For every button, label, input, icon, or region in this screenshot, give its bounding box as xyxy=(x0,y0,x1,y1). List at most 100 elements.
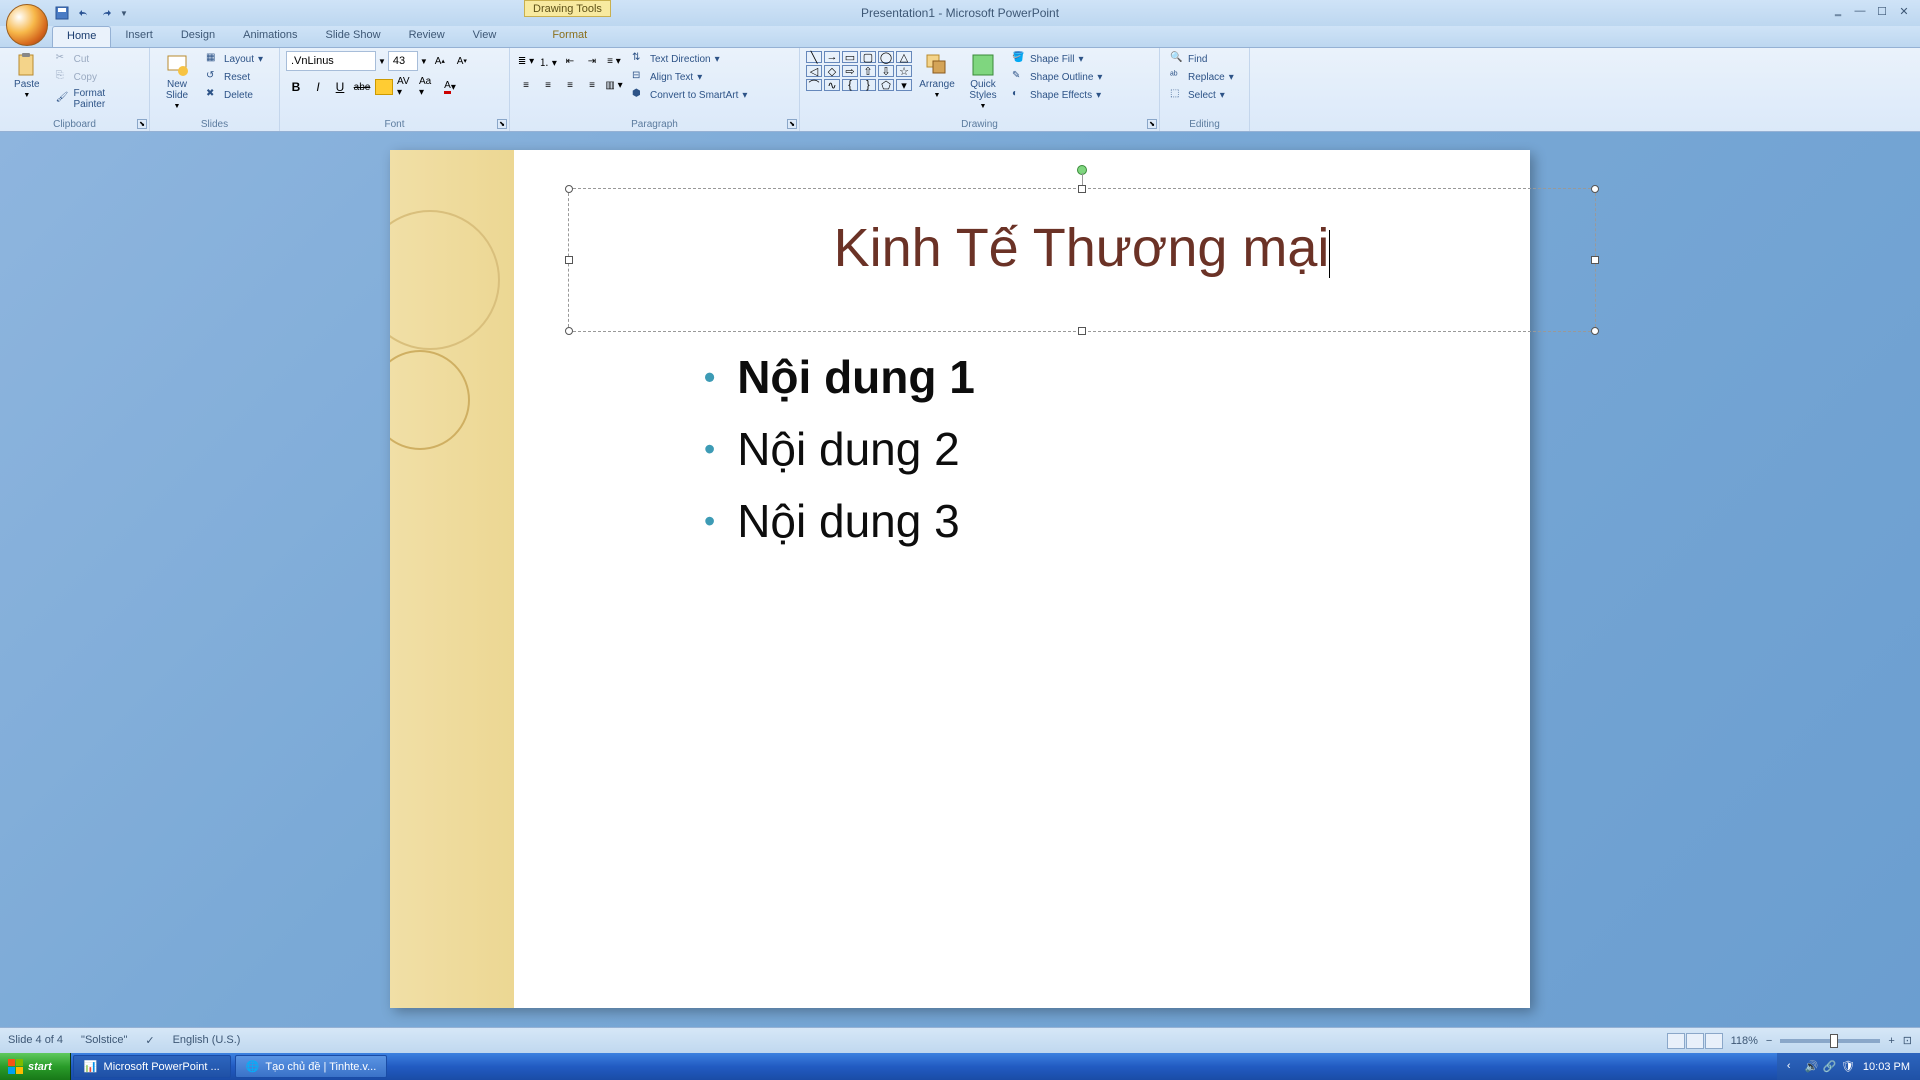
redo-icon[interactable] xyxy=(98,5,114,21)
shape-c3[interactable]: { xyxy=(842,79,858,91)
shape-more1[interactable]: △ xyxy=(896,51,912,63)
justify-button[interactable]: ≡ xyxy=(582,75,602,95)
shape-c2[interactable]: ∿ xyxy=(824,79,840,91)
office-button[interactable] xyxy=(6,4,48,46)
zoom-slider[interactable] xyxy=(1780,1039,1880,1043)
title-textbox-selected[interactable]: Kinh Tế Thương mại xyxy=(568,188,1596,332)
zoom-level[interactable]: 118% xyxy=(1731,1035,1758,1047)
align-left-button[interactable]: ≡ xyxy=(516,75,536,95)
strikethrough-button[interactable]: abe xyxy=(352,77,372,97)
tray-expand-icon[interactable]: ‹ xyxy=(1787,1060,1801,1074)
resize-handle-bl[interactable] xyxy=(565,327,573,335)
paste-button[interactable]: Paste ▼ xyxy=(6,51,48,99)
shape-fill-button[interactable]: 🪣Shape Fill ▾ xyxy=(1008,51,1106,67)
quick-styles-button[interactable]: Quick Styles ▼ xyxy=(962,51,1004,110)
slide-canvas[interactable]: Kinh Tế Thương mại Nội dung 1 Nội dung 2… xyxy=(390,150,1530,1008)
bullets-button[interactable]: ≣ ▾ xyxy=(516,51,536,71)
shape-more-dropdown[interactable]: ▾ xyxy=(896,79,912,91)
grow-font-button[interactable]: A▴ xyxy=(430,51,450,71)
replace-button[interactable]: ᵃᵇReplace ▾ xyxy=(1166,69,1238,85)
clock[interactable]: 10:03 PM xyxy=(1863,1061,1910,1073)
shape-arr2[interactable]: ⇨ xyxy=(842,65,858,77)
save-icon[interactable] xyxy=(54,5,70,21)
shape-rounded[interactable]: ▢ xyxy=(860,51,876,63)
shape-effects-button[interactable]: ◐Shape Effects ▾ xyxy=(1008,87,1106,103)
shape-dia[interactable]: ◇ xyxy=(824,65,840,77)
normal-view-button[interactable] xyxy=(1667,1033,1685,1049)
delete-button[interactable]: ✖Delete xyxy=(202,87,267,103)
shape-tri[interactable]: ◁ xyxy=(806,65,822,77)
decrease-indent-button[interactable]: ⇤ xyxy=(560,51,580,71)
close-window-icon[interactable]: ✕ xyxy=(1894,4,1914,18)
shape-c4[interactable]: } xyxy=(860,79,876,91)
shape-line[interactable]: ╲ xyxy=(806,51,822,63)
resize-handle-mb[interactable] xyxy=(1078,327,1086,335)
slideshow-view-button[interactable] xyxy=(1705,1033,1723,1049)
tab-view[interactable]: View xyxy=(459,26,511,47)
shape-outline-button[interactable]: ✎Shape Outline ▾ xyxy=(1008,69,1106,85)
tray-shield-icon[interactable]: 🛡 xyxy=(1841,1060,1855,1074)
italic-button[interactable]: I xyxy=(308,77,328,97)
font-dialog-launcher[interactable]: ⬊ xyxy=(497,119,507,129)
tab-slideshow[interactable]: Slide Show xyxy=(312,26,395,47)
shape-arr4[interactable]: ⇩ xyxy=(878,65,894,77)
underline-button[interactable]: U xyxy=(330,77,350,97)
resize-handle-mr[interactable] xyxy=(1591,256,1599,264)
tab-design[interactable]: Design xyxy=(167,26,229,47)
taskbar-item-browser[interactable]: 🌐 Tạo chủ đề | Tinhte.v... xyxy=(235,1055,388,1078)
taskbar-item-powerpoint[interactable]: 📊 Microsoft PowerPoint ... xyxy=(73,1055,231,1078)
shape-oval[interactable]: ◯ xyxy=(878,51,894,63)
tray-network-icon[interactable]: 🔗 xyxy=(1823,1060,1837,1074)
shadow-button[interactable] xyxy=(374,77,394,97)
format-painter-button[interactable]: 🖌Format Painter xyxy=(52,87,143,111)
minimize-ribbon-icon[interactable]: ‗ xyxy=(1828,4,1848,18)
columns-button[interactable]: ▥ ▾ xyxy=(604,75,624,95)
resize-handle-tl[interactable] xyxy=(565,185,573,193)
slide-title-text[interactable]: Kinh Tế Thương mại xyxy=(569,189,1595,279)
find-button[interactable]: 🔍Find xyxy=(1166,51,1238,67)
list-item[interactable]: Nội dung 1 xyxy=(704,350,975,404)
shape-c5[interactable]: ⬠ xyxy=(878,79,894,91)
shapes-gallery[interactable]: ╲ → ▭ ▢ ◯ △ ◁ ◇ ⇨ ⇧ ⇩ ☆ ⌒ ∿ { } ⬠ ▾ xyxy=(806,51,912,91)
clipboard-dialog-launcher[interactable]: ⬊ xyxy=(137,119,147,129)
zoom-out-button[interactable]: − xyxy=(1766,1035,1772,1047)
slide-bullet-list[interactable]: Nội dung 1 Nội dung 2 Nội dung 3 xyxy=(704,350,975,566)
maximize-window-icon[interactable]: ☐ xyxy=(1872,4,1892,18)
shape-c1[interactable]: ⌒ xyxy=(806,79,822,91)
resize-handle-ml[interactable] xyxy=(565,256,573,264)
zoom-in-button[interactable]: + xyxy=(1888,1035,1894,1047)
tab-insert[interactable]: Insert xyxy=(111,26,167,47)
paragraph-dialog-launcher[interactable]: ⬊ xyxy=(787,119,797,129)
drawing-dialog-launcher[interactable]: ⬊ xyxy=(1147,119,1157,129)
numbering-button[interactable]: ⒈ ▾ xyxy=(538,51,558,71)
shrink-font-button[interactable]: A▾ xyxy=(452,51,472,71)
select-button[interactable]: ⬚Select ▾ xyxy=(1166,87,1238,103)
char-spacing-button[interactable]: AV ▾ xyxy=(396,77,416,97)
sorter-view-button[interactable] xyxy=(1686,1033,1704,1049)
font-size-input[interactable]: 43 xyxy=(388,51,418,71)
qat-dropdown-icon[interactable]: ▼ xyxy=(120,9,128,18)
language-indicator[interactable]: English (U.S.) xyxy=(173,1034,241,1047)
shape-arr3[interactable]: ⇧ xyxy=(860,65,876,77)
fit-to-window-button[interactable]: ⊡ xyxy=(1903,1034,1912,1047)
reset-button[interactable]: ↺Reset xyxy=(202,69,267,85)
shape-star[interactable]: ☆ xyxy=(896,65,912,77)
tray-volume-icon[interactable]: 🔊 xyxy=(1805,1060,1819,1074)
text-direction-button[interactable]: ⇅Text Direction ▾ xyxy=(628,51,751,67)
resize-handle-br[interactable] xyxy=(1591,327,1599,335)
copy-button[interactable]: ⎘Copy xyxy=(52,69,143,85)
tab-home[interactable]: Home xyxy=(52,26,111,47)
new-slide-button[interactable]: New Slide ▼ xyxy=(156,51,198,110)
convert-smartart-button[interactable]: ⬢Convert to SmartArt ▾ xyxy=(628,87,751,103)
shape-rect[interactable]: ▭ xyxy=(842,51,858,63)
resize-handle-mt[interactable] xyxy=(1078,185,1086,193)
tab-review[interactable]: Review xyxy=(395,26,459,47)
tab-format[interactable]: Format xyxy=(538,26,601,47)
list-item[interactable]: Nội dung 2 xyxy=(704,422,975,476)
start-button[interactable]: start xyxy=(0,1053,71,1080)
shape-arrow[interactable]: → xyxy=(824,51,840,63)
align-text-button[interactable]: ⊟Align Text ▾ xyxy=(628,69,751,85)
line-spacing-button[interactable]: ≡ ▾ xyxy=(604,51,624,71)
undo-icon[interactable] xyxy=(76,5,92,21)
arrange-button[interactable]: Arrange ▼ xyxy=(916,51,958,99)
